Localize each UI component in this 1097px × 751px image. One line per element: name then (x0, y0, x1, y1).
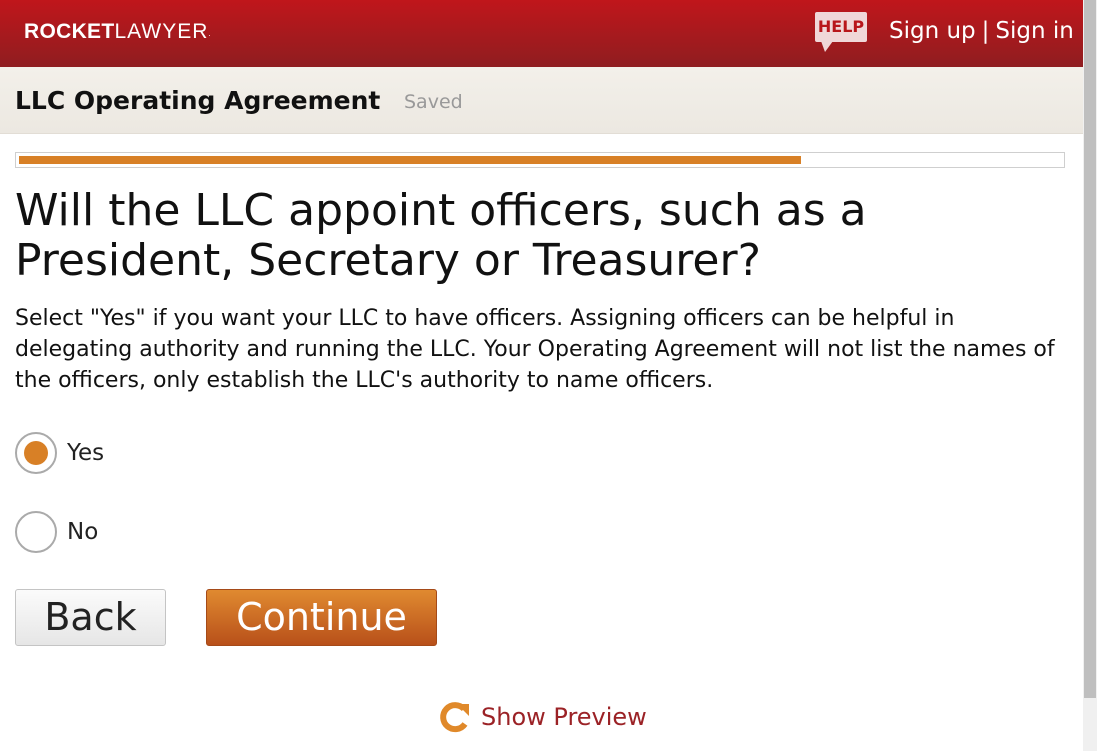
progress-bar-fill (19, 156, 801, 164)
logo-bold-text: ROCKET (24, 20, 115, 43)
help-speech-bubble-icon[interactable]: HELP (815, 12, 867, 42)
document-header: LLC Operating Agreement Saved (0, 67, 1083, 134)
option-yes-label: Yes (67, 440, 105, 466)
radio-selected-dot (24, 441, 48, 465)
option-yes[interactable]: Yes (15, 432, 104, 474)
progress-bar (15, 152, 1065, 168)
continue-button[interactable]: Continue (206, 589, 437, 646)
show-preview-link[interactable]: Show Preview (438, 700, 647, 734)
document-title: LLC Operating Agreement (15, 86, 381, 115)
save-status: Saved (404, 91, 463, 113)
question-description: Select "Yes" if you want your LLC to hav… (15, 306, 1055, 393)
scrollbar-thumb[interactable] (1084, 0, 1096, 698)
page: ROCKETLAWYER. HELP Sign up | Sign in LLC O… (0, 0, 1083, 751)
radio-no[interactable] (15, 511, 57, 553)
question-title: Will the LLC appoint officers, such as a… (15, 185, 867, 286)
sign-in-link[interactable]: Sign in (995, 18, 1073, 44)
option-no-label: No (67, 519, 99, 545)
refresh-icon (440, 702, 469, 733)
auth-separator: | (981, 18, 990, 44)
logo-light-text: LAWYER (114, 20, 209, 43)
radio-yes[interactable] (15, 432, 57, 474)
rocketlawyer-logo[interactable]: ROCKETLAWYER. (24, 20, 211, 44)
logo-mark: . (208, 29, 211, 38)
auth-links: Sign up | Sign in (889, 18, 1074, 44)
top-navigation-bar: ROCKETLAWYER. HELP Sign up | Sign in (0, 0, 1083, 67)
help-label: HELP (817, 17, 865, 36)
back-button[interactable]: Back (15, 589, 166, 646)
option-no[interactable]: No (15, 511, 98, 553)
vertical-scrollbar[interactable] (1083, 0, 1097, 751)
sign-up-link[interactable]: Sign up (889, 18, 976, 44)
show-preview-label: Show Preview (481, 703, 647, 731)
